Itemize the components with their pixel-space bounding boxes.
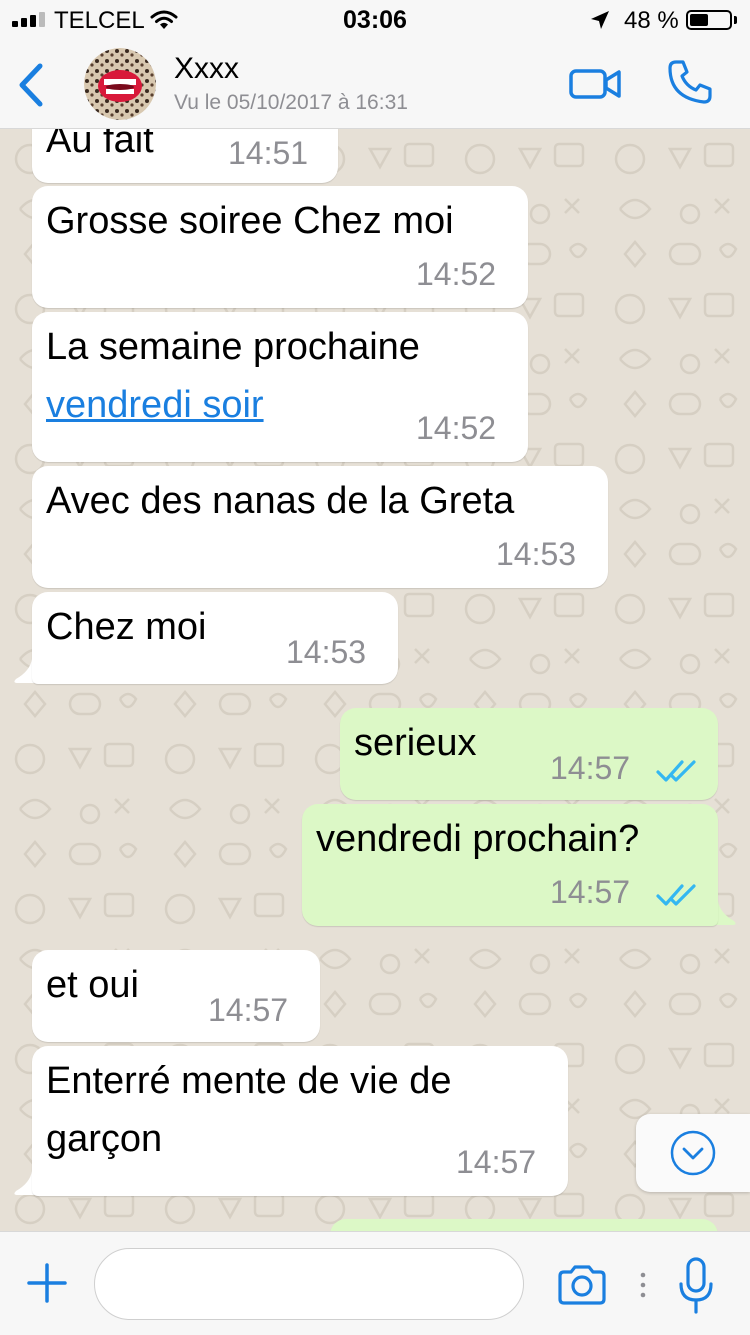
outgoing-message[interactable]: serieux 14:57 xyxy=(340,708,718,800)
message-link-text[interactable]: vendredi soir xyxy=(46,384,264,426)
video-camera-icon[interactable] xyxy=(568,66,622,102)
avatar[interactable] xyxy=(84,48,156,120)
message-time: 14:52 xyxy=(416,256,497,292)
message-time: 14:51 xyxy=(228,135,309,171)
incoming-message[interactable]: La semaine prochaine vendredi soir 14:52 xyxy=(32,312,528,462)
message-text-line2: garçon xyxy=(46,1118,163,1160)
battery-icon xyxy=(686,10,732,30)
battery-percent: 48 % xyxy=(624,7,679,34)
more-dots-icon xyxy=(640,1272,646,1298)
plus-icon[interactable] xyxy=(26,1262,68,1304)
chevron-left-icon[interactable] xyxy=(14,60,48,110)
message-text: vendredi prochain? xyxy=(316,818,640,860)
message-time: 14:57 xyxy=(550,874,631,910)
message-time: 14:53 xyxy=(496,536,577,572)
battery-level-fill xyxy=(690,14,708,26)
message-composer xyxy=(0,1231,750,1335)
message-text: Enterré mente de vie de xyxy=(46,1060,452,1102)
message-text: Au fait xyxy=(46,129,154,161)
read-receipt-icon xyxy=(656,760,696,782)
incoming-message[interactable]: Chez moi 14:53 xyxy=(32,592,398,684)
message-time: 14:57 xyxy=(456,1144,537,1180)
incoming-message[interactable]: et oui 14:57 xyxy=(32,950,320,1042)
read-receipt-icon xyxy=(656,884,696,906)
message-text: Avec des nanas de la Greta xyxy=(46,480,515,522)
location-arrow-icon xyxy=(591,11,609,29)
incoming-message[interactable]: Avec des nanas de la Greta 14:53 xyxy=(32,466,608,588)
last-seen-status: Vu le 05/10/2017 à 16:31 xyxy=(174,91,408,114)
message-time: 14:53 xyxy=(286,634,367,670)
message-text: et oui xyxy=(46,964,139,1006)
outgoing-message[interactable]: vendredi prochain? 14:57 xyxy=(302,804,718,926)
contact-name[interactable]: Xxxx xyxy=(174,52,239,86)
message-text: serieux xyxy=(354,722,477,764)
message-link[interactable]: vendredi soir xyxy=(46,376,264,434)
status-bar: TELCEL 03:06 48 % xyxy=(0,0,750,40)
incoming-message[interactable]: Enterré mente de vie de garçon 14:57 xyxy=(32,1046,568,1196)
microphone-icon[interactable] xyxy=(678,1256,714,1316)
battery-tip xyxy=(734,16,737,24)
incoming-message[interactable]: Au fait 14:51 xyxy=(32,129,338,183)
message-time: 14:52 xyxy=(416,410,497,446)
chevron-down-icon xyxy=(670,1130,716,1176)
camera-icon[interactable] xyxy=(556,1264,608,1306)
outgoing-message[interactable] xyxy=(330,1219,718,1231)
message-input[interactable] xyxy=(94,1248,524,1320)
incoming-message[interactable]: Grosse soiree Chez moi 14:52 xyxy=(32,186,528,308)
message-text: Grosse soiree Chez moi xyxy=(46,200,454,242)
phone-icon[interactable] xyxy=(666,58,714,106)
message-text: Chez moi xyxy=(46,606,207,648)
message-time: 14:57 xyxy=(550,750,631,786)
message-list[interactable]: Au fait 14:51 Grosse soiree Chez moi 14:… xyxy=(0,129,750,1231)
message-time: 14:57 xyxy=(208,992,289,1028)
chat-header: Xxxx Vu le 05/10/2017 à 16:31 xyxy=(0,40,750,129)
message-text: La semaine prochaine xyxy=(46,326,420,368)
scroll-to-bottom-button[interactable] xyxy=(636,1114,750,1192)
